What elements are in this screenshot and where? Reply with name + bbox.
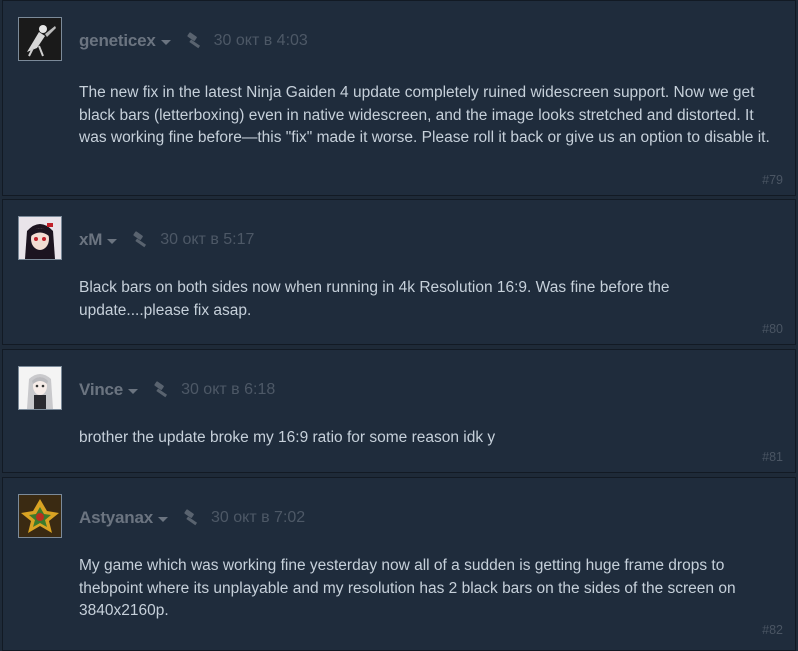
comment-header: Vince 30 окт в 6:18 <box>79 379 275 401</box>
username[interactable]: geneticex <box>79 31 156 51</box>
comment-thread: geneticex 30 окт в 4:03 The new fix in t… <box>0 0 798 651</box>
username[interactable]: xM <box>79 230 102 250</box>
avatar[interactable] <box>18 366 62 410</box>
avatar[interactable] <box>18 216 62 260</box>
post-number[interactable]: #80 <box>762 322 783 336</box>
avatar[interactable] <box>18 494 62 538</box>
hammer-icon[interactable] <box>152 381 172 399</box>
comment-header: xM 30 окт в 5:17 <box>79 229 254 251</box>
comment-text: The new fix in the latest Ninja Gaiden 4… <box>79 84 770 146</box>
chevron-down-icon[interactable] <box>158 516 168 522</box>
username[interactable]: Astyanax <box>79 508 153 528</box>
comment-text: brother the update broke my 16:9 ratio f… <box>79 429 496 446</box>
chevron-down-icon[interactable] <box>128 388 139 394</box>
post-number[interactable]: #82 <box>762 623 783 637</box>
hammer-icon[interactable] <box>185 32 205 50</box>
avatar[interactable] <box>18 17 62 61</box>
comment-item: geneticex 30 окт в 4:03 The new fix in t… <box>2 0 796 196</box>
timestamp: 30 окт в 5:17 <box>160 231 255 248</box>
post-number[interactable]: #81 <box>762 450 783 464</box>
comment-item: Astyanax 30 окт в 7:02 My game which was… <box>2 477 796 651</box>
chevron-down-icon[interactable] <box>160 39 171 45</box>
comment-text: My game which was working fine yesterday… <box>79 557 736 619</box>
timestamp: 30 окт в 7:02 <box>211 509 306 526</box>
post-number[interactable]: #79 <box>762 173 783 187</box>
hammer-icon[interactable] <box>131 231 151 249</box>
timestamp: 30 окт в 6:18 <box>181 381 276 398</box>
hammer-icon[interactable] <box>182 509 202 527</box>
username[interactable]: Vince <box>79 380 123 400</box>
chevron-down-icon[interactable] <box>107 238 118 244</box>
comment-item: xM 30 окт в 5:17 Black bars on both side… <box>2 199 796 345</box>
timestamp: 30 окт в 4:03 <box>213 32 308 49</box>
comment-item: Vince 30 окт в 6:18 brother the update b… <box>2 349 796 473</box>
comment-text: Black bars on both sides now when runnin… <box>79 279 670 319</box>
comment-header: geneticex 30 окт в 4:03 <box>79 30 308 52</box>
comment-header: Astyanax 30 окт в 7:02 <box>79 507 305 529</box>
